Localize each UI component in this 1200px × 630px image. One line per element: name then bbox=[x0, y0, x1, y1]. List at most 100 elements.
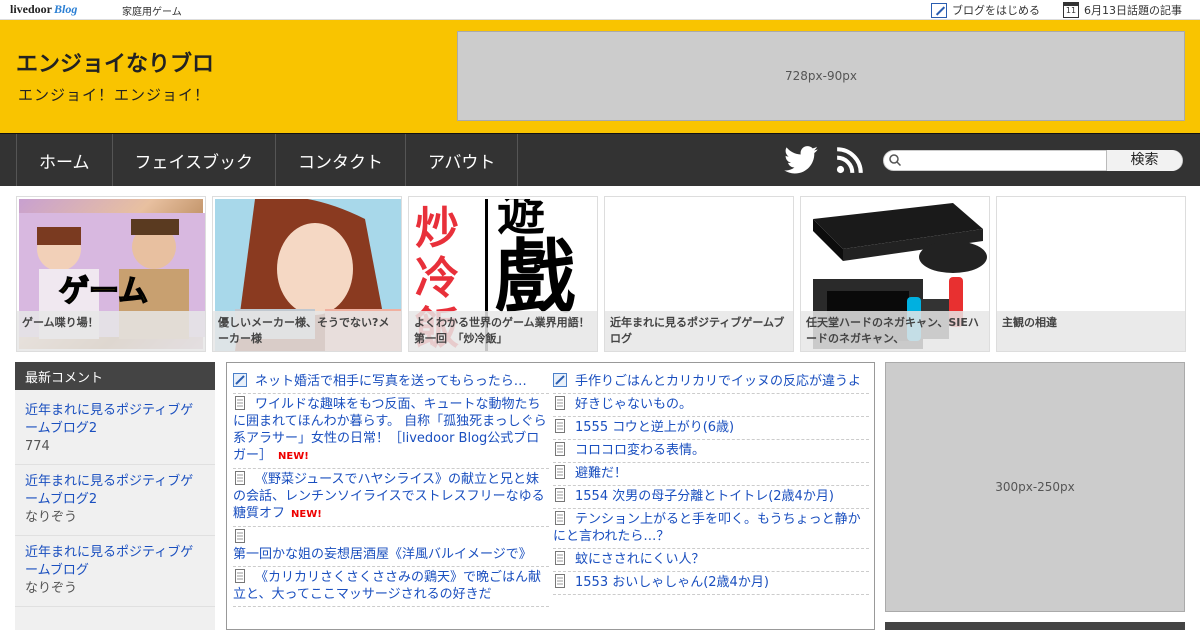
nav-home[interactable]: ホーム bbox=[17, 134, 113, 186]
feed-item-title: テンション上がると手を叩く。もうちょっと静かにと言われたら…？ bbox=[553, 512, 861, 544]
document-icon bbox=[555, 551, 565, 565]
category-link[interactable]: 家庭用ゲーム bbox=[122, 3, 182, 18]
featured-article[interactable]: 優しいメーカー様、そうでない?メーカー様 bbox=[212, 196, 402, 352]
start-blog-link[interactable]: ブログをはじめる bbox=[931, 2, 1040, 18]
comment-entry: 近年まれに見るポジティブゲームブログ なりぞう bbox=[15, 536, 215, 607]
feed-item-title: 《野菜ジュースでハヤシライス》の献立と兄と妹の会話、レンチンソイライスでストレス… bbox=[233, 472, 545, 521]
feed-item[interactable]: 手作りごはんとカリカリでイッヌの反応が違うよ bbox=[553, 371, 869, 394]
document-icon bbox=[555, 511, 565, 525]
feed-item-title: 《カリカリさくさくささみの鶏天》で晩ごはん献立と、大ってここマッサージされるの好… bbox=[233, 570, 542, 602]
feed-item[interactable]: 蚊にさされにくい人？ bbox=[553, 549, 869, 572]
thumb-game-text: ゲーム bbox=[59, 274, 148, 309]
feed-item[interactable]: 第一回かな姐の妄想居酒屋《洋風バルイメージで》 bbox=[233, 527, 549, 567]
topic-link[interactable]: 11 6月13日話題の記事 bbox=[1063, 2, 1182, 18]
recent-comments-list: 近年まれに見るポジティブゲームブログ2 774 近年まれに見るポジティブゲームブ… bbox=[15, 390, 215, 611]
feed-item-title: 第一回かな姐の妄想居酒屋《洋風バルイメージで》 bbox=[233, 547, 532, 562]
calendar-icon: 11 bbox=[1063, 2, 1079, 18]
pencil-icon bbox=[931, 2, 947, 18]
document-icon bbox=[555, 442, 565, 456]
feed-item[interactable]: 避難だ！ bbox=[553, 463, 869, 486]
feed-item[interactable]: ネット婚活で相手に写真を送ってもらったら… bbox=[233, 371, 549, 394]
feed-item-title: 手作りごはんとカリカリでイッヌの反応が違うよ bbox=[575, 374, 862, 389]
recent-comments-heading: 最新コメント bbox=[15, 362, 215, 390]
global-nav: ホーム フェイスブック コンタクト アバウト 検索 bbox=[0, 133, 1200, 186]
thumb-char-2: 冷 bbox=[415, 253, 459, 304]
feed-item[interactable]: コロコロ変わる表情。 bbox=[553, 440, 869, 463]
feed-item-title: コロコロ変わる表情。 bbox=[575, 443, 706, 458]
comment-author: なりぞう bbox=[25, 510, 78, 525]
document-icon bbox=[555, 488, 565, 502]
feed-item-title: 1554 次男の母子分離とトイトレ(2歳4か月) bbox=[575, 489, 834, 504]
featured-article[interactable]: 炒 冷 飯 遊 戲 よくわかる世界のゲーム業界用語！ 第一回 「炒冷飯」 bbox=[408, 196, 598, 352]
rss-icon[interactable] bbox=[836, 147, 863, 174]
ad-banner-top[interactable]: 728px-90px bbox=[457, 31, 1185, 121]
logo-blog: Blog bbox=[54, 2, 78, 16]
blog-feed: ネット婚活で相手に写真を送ってもらったら… ワイルドな趣味をもつ反面、キュートな… bbox=[226, 362, 875, 630]
search-input[interactable] bbox=[906, 152, 1106, 169]
search-button[interactable]: 検索 bbox=[1106, 150, 1182, 171]
article-caption: 主観の相違 bbox=[997, 311, 1185, 351]
feed-item[interactable]: 1555 コウと逆上がり(6歳) bbox=[553, 417, 869, 440]
document-icon bbox=[555, 419, 565, 433]
comment-article-link[interactable]: 近年まれに見るポジティブゲームブログ2 bbox=[25, 402, 205, 438]
nav-items: ホーム フェイスブック コンタクト アバウト bbox=[16, 134, 519, 186]
document-icon bbox=[235, 529, 245, 543]
feed-item[interactable]: 1553 おいしゃしゃん(2歳4か月) bbox=[553, 572, 869, 595]
feed-item-title: 蚊にさされにくい人？ bbox=[575, 552, 705, 567]
right-section-heading bbox=[885, 622, 1185, 630]
feed-column-left: ネット婚活で相手に写真を送ってもらったら… ワイルドな趣味をもつ反面、キュートな… bbox=[233, 371, 549, 607]
nav-contact[interactable]: コンタクト bbox=[276, 134, 406, 186]
livedoor-blog-logo[interactable]: livedoor Blog bbox=[10, 2, 77, 17]
new-badge: NEW! bbox=[291, 509, 322, 520]
featured-article[interactable]: 任天堂ハードのネガキャン、SIEハードのネガキャン、 bbox=[800, 196, 990, 352]
comment-entry: 近年まれに見るポジティブゲームブログ2 774 bbox=[15, 394, 215, 465]
feed-item[interactable]: ワイルドな趣味をもつ反面、キュートな動物たちに囲まれてほんわか暮らす。 自称「孤… bbox=[233, 394, 549, 469]
twitter-icon[interactable] bbox=[784, 146, 818, 174]
feed-item[interactable]: 1554 次男の母子分離とトイトレ(2歳4か月) bbox=[553, 486, 869, 509]
feed-item-title: 1553 おいしゃしゃん(2歳4か月) bbox=[575, 575, 769, 590]
search-icon bbox=[889, 154, 901, 166]
comment-entry: 近年まれに見るポジティブゲームブログ2 なりぞう bbox=[15, 465, 215, 536]
ad-top-label: 728px-90px bbox=[785, 69, 857, 83]
article-caption: 近年まれに見るポジティブゲームブログ bbox=[605, 311, 793, 351]
article-caption: ゲーム喋り場！ bbox=[17, 311, 205, 351]
top-bar: livedoor Blog 家庭用ゲーム ブログをはじめる 11 6月13日話題の… bbox=[0, 0, 1200, 20]
featured-articles: ゲーム ゲーム喋り場！ 優しいメーカー様、そうでない?メーカー様 炒 冷 飯 bbox=[16, 196, 1186, 352]
comment-article-link[interactable]: 近年まれに見るポジティブゲームブログ bbox=[25, 544, 205, 580]
feed-item[interactable]: 《カリカリさくさくささみの鶏天》で晩ごはん献立と、大ってここマッサージされるの好… bbox=[233, 567, 549, 607]
thumb-char-1: 炒 bbox=[415, 203, 459, 254]
nav-facebook[interactable]: フェイスブック bbox=[113, 134, 276, 186]
featured-article[interactable]: 主観の相違 bbox=[996, 196, 1186, 352]
document-icon bbox=[235, 471, 245, 485]
feed-column-right: 手作りごはんとカリカリでイッヌの反応が違うよ 好きじゃないもの。 1555 コウ… bbox=[553, 371, 869, 595]
comment-author: なりぞう bbox=[25, 581, 78, 596]
nav-about[interactable]: アバウト bbox=[406, 134, 519, 186]
site-subtitle: エンジョイ！エンジョイ！ bbox=[18, 86, 211, 104]
featured-article[interactable]: ゲーム ゲーム喋り場！ bbox=[16, 196, 206, 352]
feed-item[interactable]: 好きじゃないもの。 bbox=[553, 394, 869, 417]
recent-comments: 最新コメント 近年まれに見るポジティブゲームブログ2 774 近年まれに見るポジ… bbox=[15, 362, 215, 630]
feed-item-title: ネット婚活で相手に写真を送ってもらったら… bbox=[255, 374, 527, 389]
featured-article[interactable]: 近年まれに見るポジティブゲームブログ bbox=[604, 196, 794, 352]
article-caption: よくわかる世界のゲーム業界用語！ 第一回 「炒冷飯」 bbox=[409, 311, 597, 351]
ad-right-label: 300px-250px bbox=[995, 480, 1075, 494]
feed-item[interactable]: テンション上がると手を叩く。もうちょっと静かにと言われたら…？ bbox=[553, 509, 869, 549]
feed-item[interactable]: 《野菜ジュースでハヤシライス》の献立と兄と妹の会話、レンチンソイライスでストレス… bbox=[233, 469, 549, 527]
blog-pen-icon bbox=[233, 373, 247, 387]
site-header: エンジョイなりブロ エンジョイ！エンジョイ！ 728px-90px bbox=[0, 20, 1200, 133]
document-icon bbox=[235, 569, 245, 583]
ad-banner-right[interactable]: 300px-250px bbox=[885, 362, 1185, 612]
logo-livedoor: livedoor bbox=[10, 2, 52, 16]
new-badge: NEW! bbox=[278, 451, 309, 462]
feed-item-title: 好きじゃないもの。 bbox=[575, 397, 693, 412]
blog-pen-icon bbox=[553, 373, 567, 387]
document-icon bbox=[555, 574, 565, 588]
start-blog-label: ブログをはじめる bbox=[952, 4, 1040, 17]
document-icon bbox=[555, 465, 565, 479]
feed-item-title: 避難だ！ bbox=[575, 466, 628, 481]
search-box: 検索 bbox=[883, 150, 1183, 171]
document-icon bbox=[235, 396, 245, 410]
comment-article-link[interactable]: 近年まれに見るポジティブゲームブログ2 bbox=[25, 473, 205, 509]
site-title[interactable]: エンジョイなりブロ bbox=[16, 46, 214, 78]
article-caption: 任天堂ハードのネガキャン、SIEハードのネガキャン、 bbox=[801, 311, 989, 351]
